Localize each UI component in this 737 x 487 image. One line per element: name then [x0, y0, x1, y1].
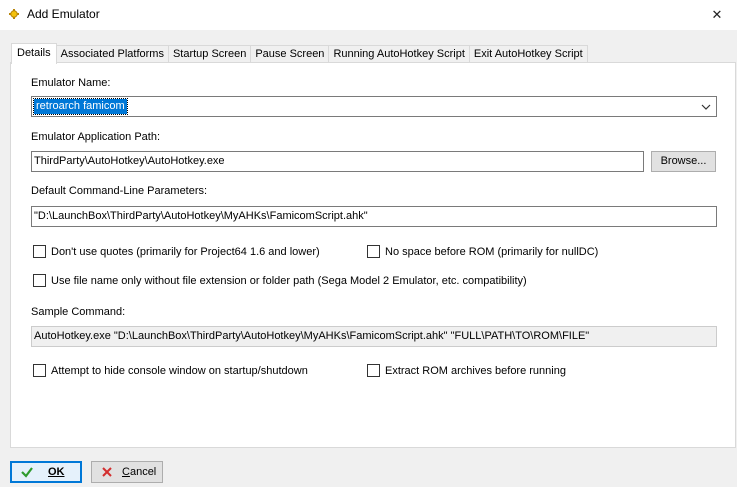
tab-startup-screen[interactable]: Startup Screen	[167, 45, 252, 63]
params-label: Default Command-Line Parameters:	[31, 185, 208, 197]
window-title: Add Emulator	[27, 7, 100, 21]
tab-exit-autohotkey-script[interactable]: Exit AutoHotkey Script	[468, 45, 588, 63]
close-button[interactable]: ✕	[697, 0, 737, 30]
params-input[interactable]: "D:\LaunchBox\ThirdParty\AutoHotkey\MyAH…	[31, 206, 717, 227]
emulator-name-combobox[interactable]: retroarch famicom	[31, 96, 717, 117]
dont-use-quotes-checkbox[interactable]	[33, 245, 46, 258]
checkmark-icon	[21, 467, 33, 478]
tab-associated-platforms[interactable]: Associated Platforms	[55, 45, 169, 63]
file-name-only-checkbox[interactable]	[33, 274, 46, 287]
extract-rom-label: Extract ROM archives before running	[385, 365, 566, 377]
ok-label: OK	[48, 466, 65, 478]
cancel-x-icon	[102, 467, 112, 477]
tab-details[interactable]: Details	[11, 43, 57, 64]
cancel-button[interactable]: Cancel	[91, 461, 163, 483]
close-icon: ✕	[711, 7, 723, 22]
chevron-down-icon[interactable]	[700, 101, 712, 113]
no-space-label: No space before ROM (primarily for nullD…	[385, 246, 599, 258]
dont-use-quotes-label: Don't use quotes (primarily for Project6…	[51, 246, 320, 258]
emulator-name-value: retroarch famicom	[33, 98, 128, 115]
app-path-input[interactable]: ThirdParty\AutoHotkey\AutoHotkey.exe	[31, 151, 644, 172]
no-space-checkbox[interactable]	[367, 245, 380, 258]
title-bar: Add Emulator ✕	[0, 0, 737, 30]
app-path-label: Emulator Application Path:	[31, 131, 161, 143]
hide-console-checkbox[interactable]	[33, 364, 46, 377]
tab-strip: Details Associated Platforms Startup Scr…	[11, 43, 588, 64]
tab-running-autohotkey-script[interactable]: Running AutoHotkey Script	[328, 45, 470, 63]
sample-command-field: AutoHotkey.exe "D:\LaunchBox\ThirdParty\…	[31, 326, 717, 347]
browse-button[interactable]: Browse...	[651, 151, 716, 172]
sample-command-label: Sample Command:	[31, 306, 126, 318]
extract-rom-checkbox[interactable]	[367, 364, 380, 377]
hide-console-label: Attempt to hide console window on startu…	[51, 365, 308, 377]
file-name-only-label: Use file name only without file extensio…	[51, 275, 527, 287]
tab-pause-screen[interactable]: Pause Screen	[250, 45, 330, 63]
app-icon	[9, 9, 19, 19]
cancel-label: Cancel	[122, 466, 157, 478]
ok-button[interactable]: OK	[10, 461, 82, 483]
emulator-name-label: Emulator Name:	[31, 77, 111, 89]
